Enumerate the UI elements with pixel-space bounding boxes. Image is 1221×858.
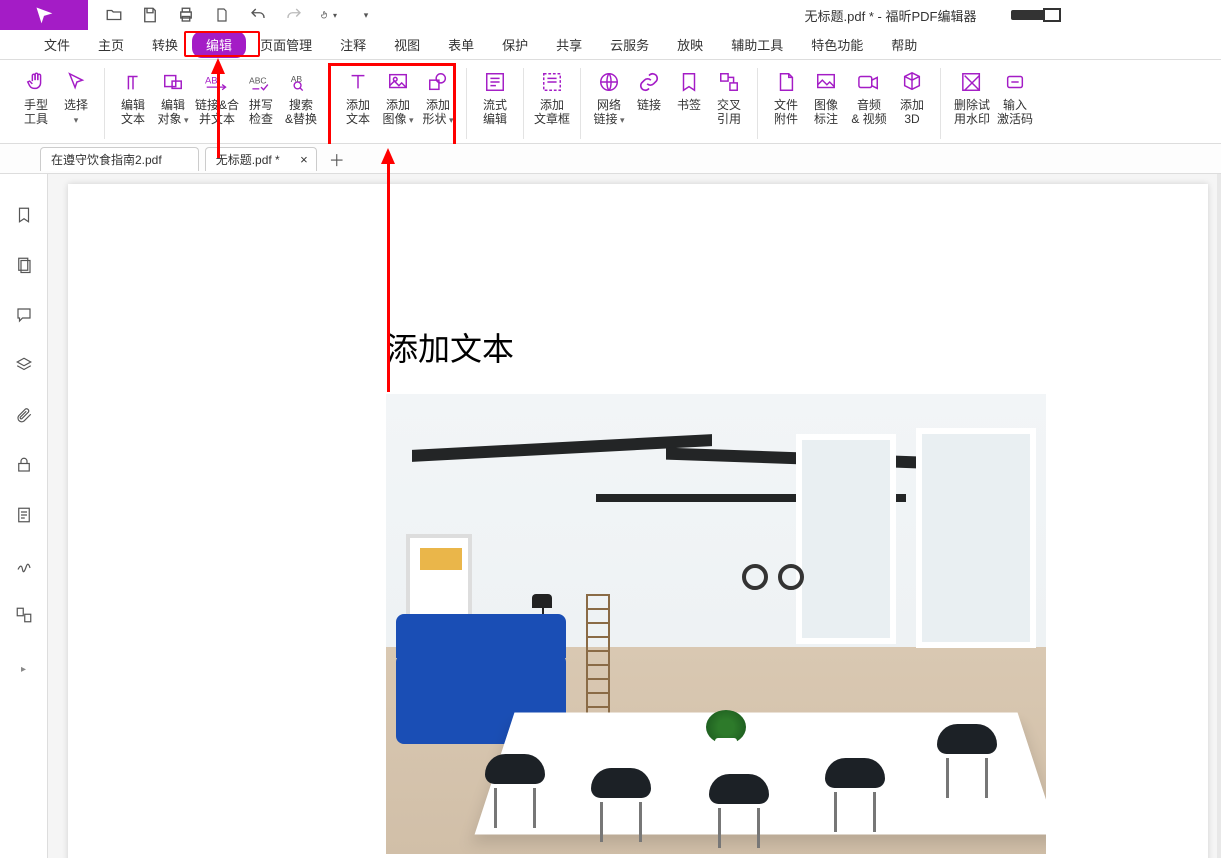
file-attach-icon [772,70,800,94]
title-decoration [1011,0,1061,30]
web-link-icon [595,70,623,94]
menu-tools[interactable]: 辅助工具 [717,31,797,58]
save-icon[interactable] [140,5,160,25]
audio-video-button[interactable]: 音频 & 视频 [846,68,892,128]
document-tab-bar: 在遵守饮食指南2.pdf 无标题.pdf * × ＋ [0,144,1221,174]
menu-view[interactable]: 视图 [380,31,434,58]
hand-tool-button[interactable]: 手型 工具 [16,68,56,128]
cross-ref-button[interactable]: 交叉 引用 [709,68,749,128]
expand-panel-icon[interactable]: ▸ [13,658,35,680]
attachments-panel-icon[interactable] [13,404,35,426]
menu-page[interactable]: 页面管理 [246,31,326,58]
pages-panel-icon[interactable] [13,254,35,276]
office-room-illustration [386,394,1046,854]
menu-help[interactable]: 帮助 [877,31,931,58]
menu-annotate[interactable]: 注释 [326,31,380,58]
svg-text:AB: AB [205,75,218,86]
menu-convert[interactable]: 转换 [138,31,192,58]
menu-cloud[interactable]: 云服务 [596,31,663,58]
open-icon[interactable] [104,5,124,25]
audio-video-icon [855,70,883,94]
image-annotation-button[interactable]: 图像 标注 [806,68,846,128]
reflow-icon [481,70,509,94]
document-tab-label: 无标题.pdf * [216,151,280,168]
add-3d-button[interactable]: 添加 3D [892,68,932,128]
svg-text:ABC: ABC [249,76,267,86]
add-tab-button[interactable]: ＋ [327,149,347,169]
link-icon [635,70,663,94]
quick-access-toolbar: ▾ ▾ [88,5,376,25]
add-shape-icon [424,70,452,94]
page-heading-text[interactable]: 添加文本 [386,324,514,370]
touch-icon[interactable]: ▾ [320,5,340,25]
side-panel: ▸ [0,174,48,858]
reflow-edit-button[interactable]: 流式 编辑 [475,68,515,128]
document-tab-1[interactable]: 在遵守饮食指南2.pdf [40,147,199,171]
search-replace-icon: AB [287,70,315,94]
add-image-icon [384,70,412,94]
bookmark-button[interactable]: 书签 [669,68,709,114]
add-shape-button[interactable]: 添加 形状 ▾ [418,68,458,128]
bookmark-panel-icon[interactable] [13,204,35,226]
ribbon-toolbar: 手型 工具 选择▾ 编辑 文本 编辑 对象 ▾ AB 链接&合 并文本 ABC … [0,60,1221,144]
key-icon [1001,70,1029,94]
link-button[interactable]: 链接 [629,68,669,114]
menu-home[interactable]: 主页 [84,31,138,58]
cursor-icon [62,70,90,94]
comments-panel-icon[interactable] [13,304,35,326]
search-replace-button[interactable]: AB 搜索 &替换 [281,68,321,128]
watermark-remove-icon [958,70,986,94]
menu-special[interactable]: 特色功能 [797,31,877,58]
page-icon[interactable] [212,5,232,25]
menu-file[interactable]: 文件 [30,31,84,58]
layers-panel-icon[interactable] [13,354,35,376]
menu-edit[interactable]: 编辑 [192,31,246,58]
document-tab-label: 在遵守饮食指南2.pdf [51,151,162,168]
vertical-scrollbar[interactable] [1217,174,1221,858]
edit-text-button[interactable]: 编辑 文本 [113,68,153,128]
image-annot-icon [812,70,840,94]
qa-more-icon[interactable]: ▾ [356,5,376,25]
select-tool-button[interactable]: 选择▾ [56,68,96,128]
cube-3d-icon [898,70,926,94]
redo-icon[interactable] [284,5,304,25]
signature-panel-icon[interactable] [13,554,35,576]
add-text-icon [344,70,372,94]
spellcheck-icon: ABC [247,70,275,94]
menu-form[interactable]: 表单 [434,31,488,58]
print-icon[interactable] [176,5,196,25]
file-attachment-button[interactable]: 文件 附件 [766,68,806,128]
merge-text-button[interactable]: AB 链接&合 并文本 [193,68,241,128]
menu-protect[interactable]: 保护 [488,31,542,58]
close-tab-icon[interactable]: × [300,152,308,167]
merge-text-icon: AB [203,70,231,94]
pdf-page[interactable]: 添加文本 [68,184,1208,858]
title-bar: ▾ ▾ 无标题.pdf * - 福昕PDF编辑器 [0,0,1221,30]
add-article-box-button[interactable]: 添加 文章框 [532,68,572,128]
article-box-icon [538,70,566,94]
cross-ref-icon [715,70,743,94]
document-canvas[interactable]: 添加文本 [48,174,1221,858]
app-logo [0,0,88,30]
spellcheck-button[interactable]: ABC 拼写 检查 [241,68,281,128]
form-panel-icon[interactable] [13,504,35,526]
edit-object-icon [159,70,187,94]
menu-show[interactable]: 放映 [663,31,717,58]
security-panel-icon[interactable] [13,454,35,476]
add-text-button[interactable]: 添加 文本 [338,68,378,128]
edit-text-icon [119,70,147,94]
document-tab-2[interactable]: 无标题.pdf * × [205,147,317,171]
enter-activation-button[interactable]: 输入 激活码 [995,68,1035,128]
compare-panel-icon[interactable] [13,604,35,626]
bookmark-icon [675,70,703,94]
undo-icon[interactable] [248,5,268,25]
web-link-button[interactable]: 网络 链接 ▾ [589,68,629,128]
hand-icon [22,70,50,94]
page-image[interactable] [386,394,1046,854]
menu-bar: 文件 主页 转换 编辑 页面管理 注释 视图 表单 保护 共享 云服务 放映 辅… [0,30,1221,60]
edit-object-button[interactable]: 编辑 对象 ▾ [153,68,193,128]
menu-share[interactable]: 共享 [542,31,596,58]
remove-watermark-button[interactable]: 删除试 用水印 [949,68,995,128]
add-image-button[interactable]: 添加 图像 ▾ [378,68,418,128]
